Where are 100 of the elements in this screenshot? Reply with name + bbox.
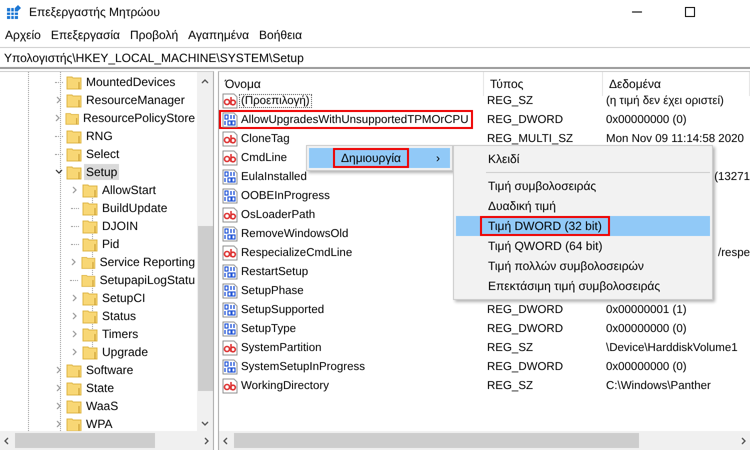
horizontal-scrollbar[interactable] (0, 431, 213, 450)
tree-item[interactable]: Select (84, 146, 122, 162)
folder-icon (64, 110, 79, 126)
value-data: 0x00000000 (0) (606, 114, 687, 126)
tree-item[interactable]: Timers (100, 326, 140, 342)
scroll-right-icon[interactable] (739, 436, 747, 444)
scroll-right-icon[interactable] (202, 436, 210, 444)
tree-item[interactable]: DJOIN (100, 218, 140, 234)
registry-app-icon (6, 4, 22, 20)
binary-value-icon (222, 302, 238, 318)
chevron-right-icon[interactable] (55, 420, 63, 428)
value-data: 0x00000001 (1) (606, 304, 687, 316)
folder-icon (82, 308, 98, 324)
folder-icon (82, 326, 98, 342)
menu-item[interactable]: Δυαδική τιμή (456, 196, 710, 216)
scroll-up-icon[interactable] (201, 78, 209, 86)
scroll-down-icon[interactable] (201, 419, 209, 427)
menu-item[interactable]: Αρχείο (0, 28, 46, 42)
binary-value-icon (222, 282, 238, 298)
chevron-right-icon[interactable] (71, 330, 79, 338)
chevron-right-icon[interactable] (55, 96, 63, 104)
menu-item[interactable]: Επεξεργασία (46, 28, 125, 42)
value-name[interactable]: (Προεπιλογή) (240, 94, 311, 106)
menu-item[interactable]: Τιμή DWORD (32 bit) (456, 216, 710, 236)
folder-icon (82, 182, 98, 198)
chevron-right-icon[interactable] (71, 312, 79, 320)
menu-item[interactable]: Προβολή (124, 28, 184, 42)
tree-item[interactable]: WaaS (84, 398, 120, 414)
string-value-icon (222, 150, 238, 166)
folder-icon (82, 344, 98, 360)
binary-value-icon (222, 188, 238, 204)
menu-item[interactable]: Τιμή πολλών συμβολοσειρών (456, 256, 710, 276)
value-type: REG_MULTI_SZ (487, 132, 574, 144)
folder-icon (82, 290, 98, 306)
chevron-right-icon[interactable] (71, 348, 79, 356)
scroll-left-icon[interactable] (3, 436, 11, 444)
tree-item[interactable]: MountedDevices (84, 74, 178, 90)
tree-item[interactable]: AllowStart (100, 182, 158, 198)
tree-item[interactable]: Upgrade (100, 344, 150, 360)
value-name[interactable]: RemoveWindowsOld (240, 228, 350, 240)
tree-item[interactable]: Software (84, 362, 136, 378)
value-name[interactable]: WorkingDirectory (240, 380, 330, 392)
folder-icon (66, 74, 82, 90)
menu-item[interactable]: Τιμή συμβολοσειράς (456, 176, 710, 196)
chevron-down-icon[interactable] (55, 168, 63, 176)
tree-item[interactable]: Pid (100, 236, 122, 252)
menu-item[interactable]: Αγαπημένα (183, 28, 254, 42)
tree-item[interactable]: Status (100, 308, 138, 324)
chevron-right-icon[interactable] (70, 258, 78, 266)
string-value-icon (222, 340, 238, 356)
string-value-icon (222, 244, 238, 260)
value-data: Mon Nov 09 11:14:58 2020 (606, 132, 744, 144)
string-value-icon (222, 378, 238, 394)
value-name[interactable]: SystemPartition (240, 342, 323, 354)
tree-item[interactable]: Service Reporting (98, 254, 197, 270)
chevron-right-icon[interactable] (54, 114, 62, 122)
horizontal-scrollbar[interactable] (219, 431, 750, 450)
tree-item[interactable]: ResourcePolicyStore (80, 110, 197, 126)
chevron-right-icon[interactable] (71, 186, 79, 194)
column-header[interactable]: Τύπος (484, 72, 603, 96)
chevron-right-icon[interactable] (71, 294, 79, 302)
vertical-scrollbar[interactable] (197, 72, 213, 431)
value-name[interactable]: OOBEInProgress (240, 190, 331, 202)
tree-item[interactable]: ResourceManager (84, 92, 187, 108)
tree-item[interactable]: RNG (84, 128, 115, 144)
menu-item[interactable]: Επεκτάσιμη τιμή συμβολοσειράς (456, 276, 710, 296)
chevron-right-icon[interactable] (55, 402, 63, 410)
value-name[interactable]: SetupType (240, 322, 297, 334)
tree-item[interactable]: State (84, 380, 116, 396)
value-type: REG_SZ (487, 94, 534, 106)
value-name[interactable]: OsLoaderPath (240, 208, 316, 220)
value-name[interactable]: RestartSetup (240, 266, 310, 278)
chevron-right-icon[interactable] (55, 366, 63, 374)
tree-item[interactable]: SetupapiLogStatu (98, 272, 197, 288)
chevron-right-icon[interactable] (55, 384, 63, 392)
value-name[interactable]: CmdLine (240, 152, 288, 164)
binary-value-icon (222, 320, 238, 336)
menu-item[interactable]: Δημιουργία › (309, 148, 450, 168)
menu-item[interactable]: Κλειδί (456, 149, 710, 169)
tree-item[interactable]: BuildUpdate (100, 200, 170, 216)
value-data: /respe (718, 246, 750, 258)
address-bar[interactable]: Υπολογιστής\HKEY_LOCAL_MACHINE\SYSTEM\Setup (0, 47, 750, 69)
value-name[interactable]: RespecializeCmdLine (240, 246, 354, 258)
menu-item[interactable]: Βοήθεια (254, 28, 308, 42)
value-name[interactable]: SetupPhase (240, 284, 305, 296)
value-name[interactable]: SystemSetupInProgress (240, 360, 366, 372)
folder-icon (66, 128, 82, 144)
tree-item[interactable]: SetupCI (100, 290, 148, 306)
folder-icon (82, 218, 98, 234)
folder-icon (80, 254, 96, 270)
column-header[interactable]: Δεδομένα (603, 72, 750, 96)
menu-item[interactable]: Τιμή QWORD (64 bit) (456, 236, 710, 256)
tree-item[interactable]: Setup (84, 164, 120, 180)
value-name[interactable]: EulaInstalled (240, 170, 308, 182)
value-name[interactable]: CloneTag (240, 132, 291, 144)
tree-item[interactable]: WPA (84, 416, 114, 431)
value-data: 0x00000000 (0) (606, 360, 687, 372)
value-name[interactable]: SetupSupported (240, 304, 326, 316)
scroll-left-icon[interactable] (222, 436, 230, 444)
folder-icon (82, 236, 98, 252)
